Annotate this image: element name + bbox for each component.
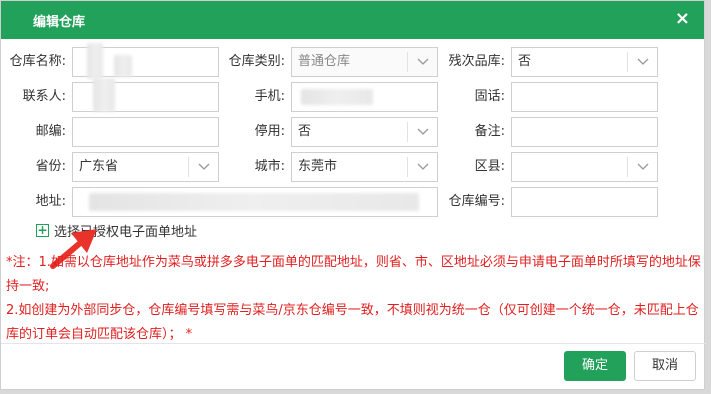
remark-input[interactable] [511, 117, 658, 147]
defective-select[interactable]: 否 [511, 47, 658, 77]
note-line-2: 2.如创建为外部同步仓，仓库编号填写需与菜鸟/京东仓编号一致，不填则视为统一仓（… [6, 303, 699, 342]
warehouse-code-input[interactable] [511, 187, 658, 217]
close-icon[interactable]: × [675, 10, 690, 28]
chevron-down-icon [407, 157, 437, 177]
contact-label: 联系人: [22, 89, 66, 104]
redacted-blur [301, 89, 373, 105]
district-label: 区县: [474, 159, 505, 174]
warehouse-name-label: 仓库名称: [9, 54, 66, 69]
disabled-label: 停用: [254, 124, 285, 139]
dialog-titlebar: 编辑仓库 × [1, 1, 704, 39]
city-label: 城市: [254, 159, 285, 174]
address-label: 地址: [35, 194, 66, 209]
form-row-4: 省份: 广东省 城市: 东莞市 区县: [1, 152, 706, 182]
form-row-2: 联系人: 手机: 固话: [1, 78, 706, 112]
chevron-down-icon [627, 52, 657, 72]
plus-icon: + [36, 222, 49, 237]
select-authorized-address-link[interactable]: + 选择已授权电子面单地址 [36, 221, 198, 240]
chevron-down-icon [627, 157, 657, 177]
remark-label: 备注: [474, 124, 505, 139]
warehouse-type-value: 普通仓库 [298, 54, 351, 69]
province-select[interactable]: 广东省 [72, 152, 219, 182]
notes-block: *注：1.如需以仓库地址作为菜鸟或拼多多电子面单的匹配地址，则省、市、区地址必须… [6, 251, 702, 347]
note-line-1: *注：1.如需以仓库地址作为菜鸟或拼多多电子面单的匹配地址，则省、市、区地址必须… [6, 255, 701, 294]
edit-warehouse-dialog: 编辑仓库 × 仓库名称: 仓库类别: 普通仓库 残次品库: 否 联系人: 手机:… [0, 0, 706, 390]
city-value: 东莞市 [298, 159, 338, 174]
select-authorized-address-label: 选择已授权电子面单地址 [54, 224, 198, 240]
warehouse-type-select[interactable]: 普通仓库 [291, 47, 438, 77]
province-label: 省份: [35, 159, 66, 174]
zip-input[interactable] [72, 117, 219, 147]
zip-label: 邮编: [35, 124, 66, 139]
defective-label: 残次品库: [448, 54, 505, 69]
chevron-down-icon [188, 157, 218, 177]
redacted-blur [93, 78, 115, 112]
footer-divider [1, 343, 706, 344]
warehouse-code-label: 仓库编号: [448, 194, 505, 209]
redacted-blur [87, 43, 103, 79]
redacted-blur [114, 55, 132, 77]
redacted-blur [89, 193, 419, 211]
province-value: 广东省 [79, 159, 119, 174]
form-row-3: 邮编: 停用: 否 备注: [1, 117, 706, 147]
district-select[interactable] [511, 152, 658, 182]
disabled-value: 否 [298, 124, 312, 139]
chevron-down-icon [407, 52, 437, 72]
chevron-down-icon [407, 122, 437, 142]
warehouse-type-label: 仓库类别: [228, 54, 285, 69]
cancel-button[interactable]: 取消 [634, 351, 696, 381]
confirm-button[interactable]: 确定 [564, 351, 626, 381]
tel-label: 固话: [474, 89, 505, 104]
dialog-title: 编辑仓库 [33, 14, 86, 30]
form-row-5: 地址: 仓库编号: [1, 187, 706, 217]
disabled-select[interactable]: 否 [291, 117, 438, 147]
defective-value: 否 [518, 54, 532, 69]
form-row-1: 仓库名称: 仓库类别: 普通仓库 残次品库: 否 [1, 43, 706, 79]
tel-input[interactable] [511, 82, 658, 112]
city-select[interactable]: 东莞市 [291, 152, 438, 182]
phone-label: 手机: [254, 89, 285, 104]
